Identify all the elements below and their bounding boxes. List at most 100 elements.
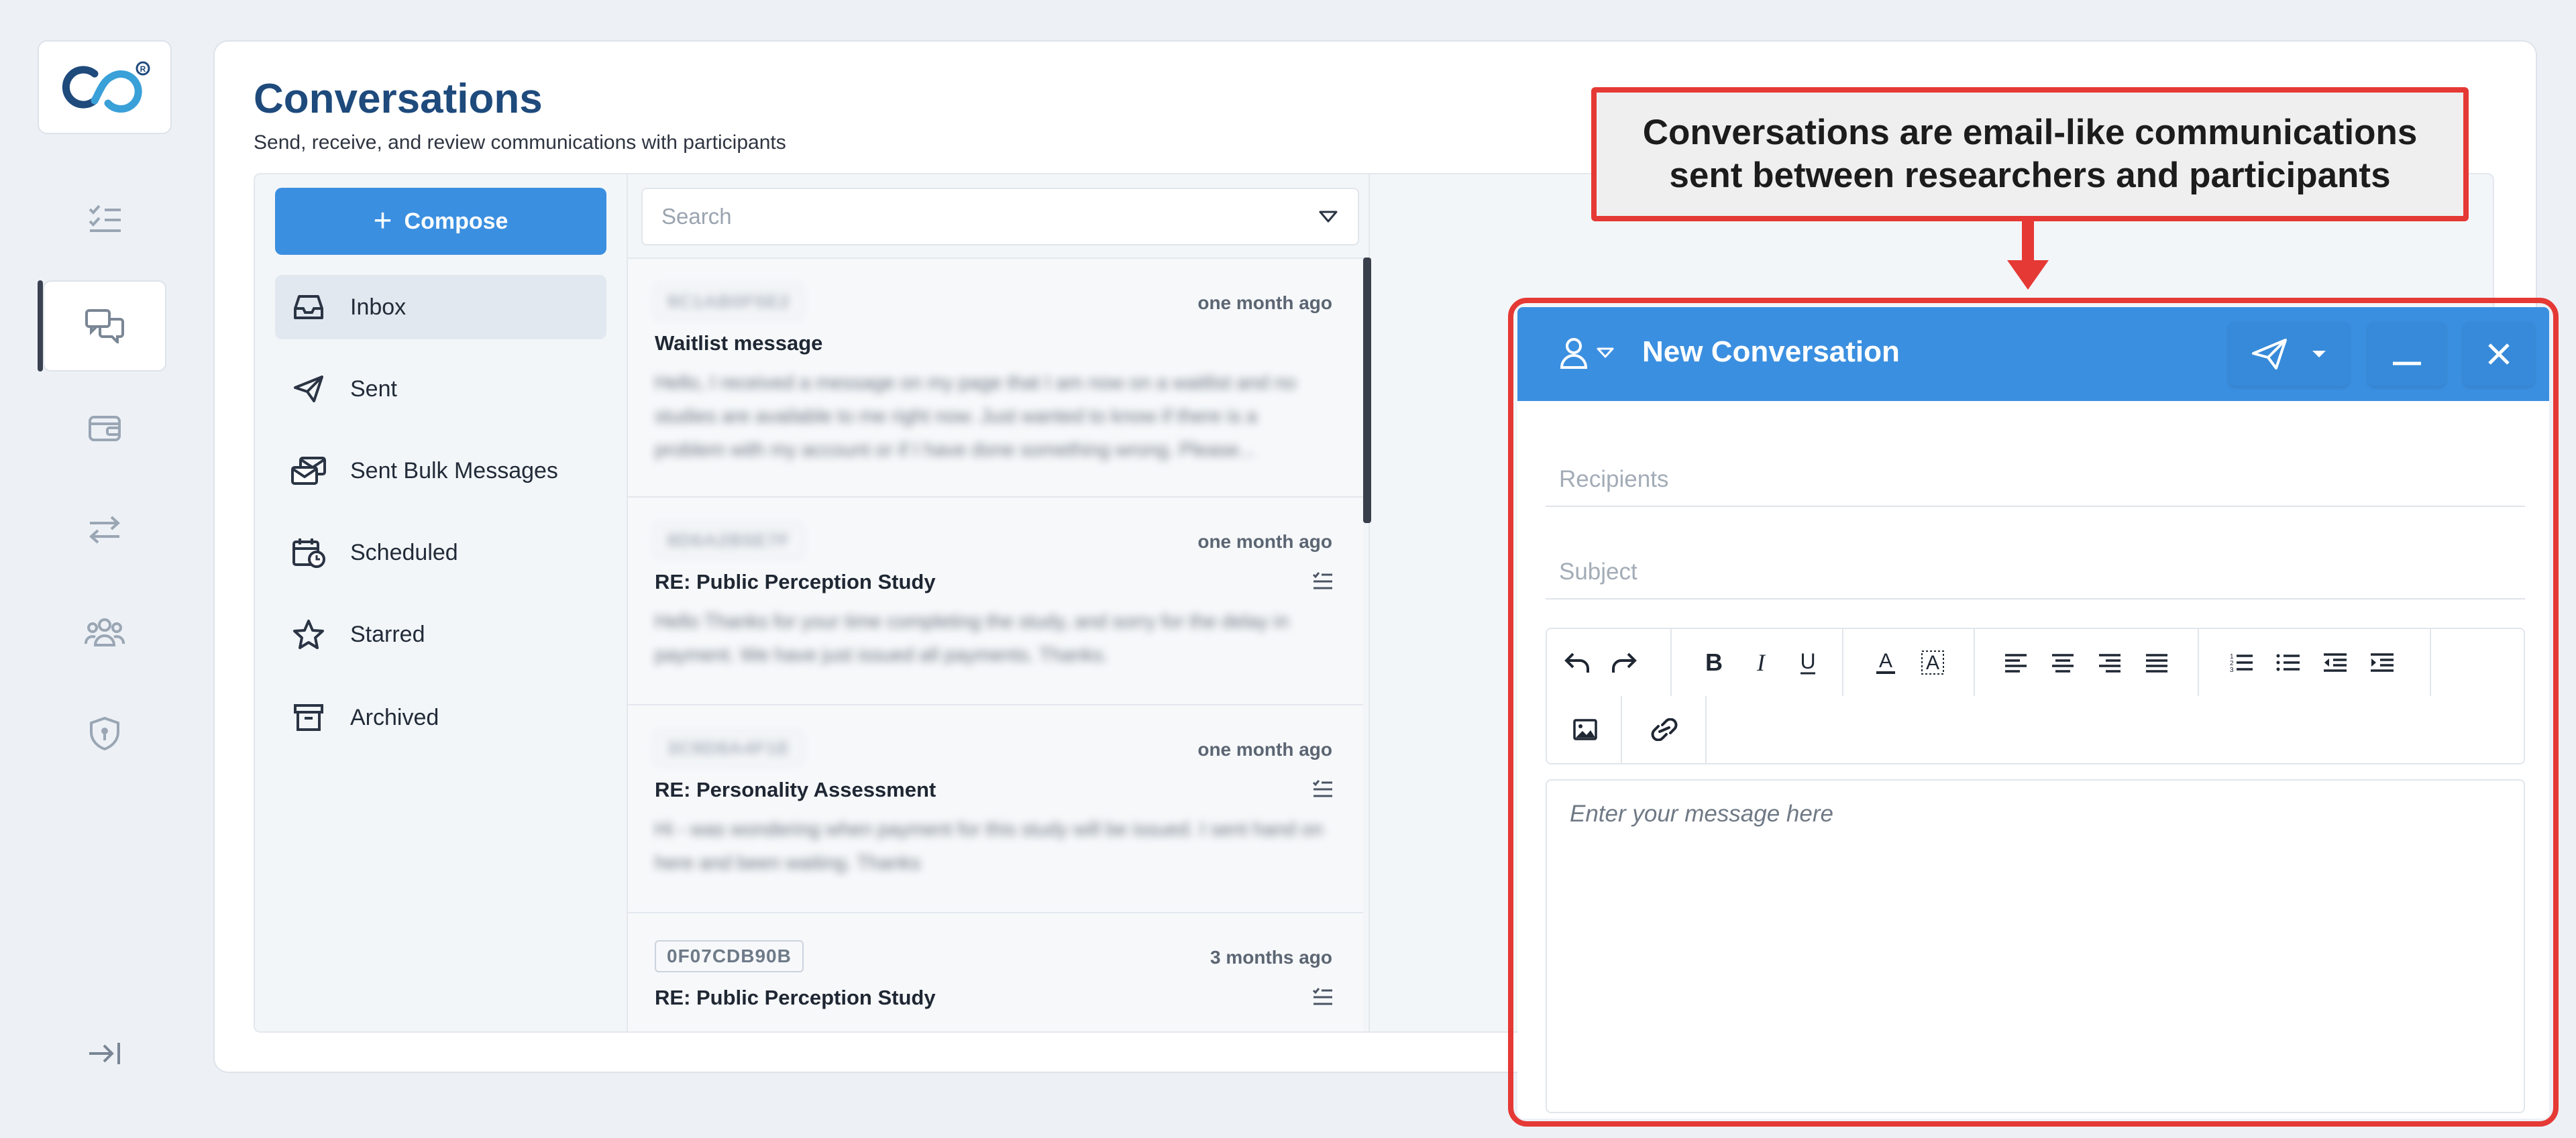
svg-text:A: A (1926, 652, 1939, 674)
minimize-button[interactable] (2368, 322, 2446, 386)
people-icon (85, 618, 125, 646)
align-right-button[interactable] (2086, 629, 2133, 696)
align-center-button[interactable] (2039, 629, 2086, 696)
rail-active-indicator (38, 280, 43, 372)
align-center-icon (2052, 654, 2074, 673)
folder-label: Sent (350, 376, 397, 402)
bold-icon: B (1705, 650, 1723, 675)
folder-sent-bulk[interactable]: Sent Bulk Messages (275, 439, 606, 503)
folder-label: Inbox (350, 294, 407, 320)
message-item[interactable]: 8D6A2B5E7F one month ago RE: Public Perc… (628, 498, 1363, 705)
send-options-chevron-icon[interactable] (2311, 349, 2327, 359)
compose-button-label: Compose (404, 208, 508, 234)
message-subject: RE: Personality Assessment (655, 778, 936, 801)
expand-sidebar-button[interactable] (43, 1010, 166, 1097)
compose-button[interactable]: + Compose (275, 188, 606, 255)
ordered-list-button[interactable]: 1 2 3 (2218, 629, 2265, 696)
filter-dropdown-icon[interactable] (1319, 211, 1338, 223)
bullet-list-icon (2276, 654, 2300, 671)
bold-button[interactable]: B (1690, 629, 1737, 696)
svg-text:B: B (1705, 650, 1723, 675)
rail-item-security[interactable] (43, 688, 166, 779)
folder-label: Scheduled (350, 539, 458, 565)
wallet-icon (89, 416, 121, 441)
transfer-icon (89, 516, 120, 544)
rail-item-wallet[interactable] (43, 382, 166, 473)
outdent-button[interactable] (2312, 629, 2359, 696)
folder-starred[interactable]: Starred (275, 602, 606, 667)
folder-inbox[interactable]: Inbox (275, 275, 606, 339)
send-icon (2252, 339, 2287, 369)
rail-item-tasks[interactable] (43, 173, 166, 264)
folder-scheduled[interactable]: Scheduled (275, 520, 606, 585)
inbox-icon (294, 295, 323, 319)
align-left-icon (2005, 654, 2027, 673)
new-conversation-window: New Conversation Recipients Subject B I … (1517, 307, 2549, 1119)
font-color-button[interactable]: A (1862, 629, 1909, 696)
highlight-button[interactable]: A (1909, 629, 1956, 696)
close-icon (2488, 343, 2510, 365)
ordered-list-icon: 1 2 3 (2230, 653, 2253, 673)
underline-button[interactable]: U (1784, 629, 1831, 696)
align-left-button[interactable] (1992, 629, 2039, 696)
subject-field[interactable]: Subject (1546, 546, 2525, 600)
undo-icon (1564, 652, 1589, 673)
redo-button[interactable] (1601, 629, 1648, 696)
minimize-icon (2393, 361, 2421, 365)
justify-icon (2146, 654, 2167, 673)
folder-label: Archived (350, 704, 439, 730)
bulk-messages-icon (291, 457, 326, 485)
participant-id-badge: 0F07CDB90B (655, 940, 804, 972)
message-subject: RE: Public Perception Study (655, 986, 936, 1009)
justify-button[interactable] (2133, 629, 2180, 696)
search-placeholder: Search (661, 204, 732, 229)
checklist-icon (1312, 780, 1332, 797)
outdent-icon (2324, 653, 2347, 672)
sender-selector[interactable] (1559, 337, 1614, 369)
message-item[interactable]: 3C9D8A4F1E one month ago RE: Personality… (628, 705, 1363, 913)
compose-title: New Conversation (1642, 335, 1900, 368)
calendar-clock-icon (292, 538, 325, 568)
paper-plane-icon (294, 376, 323, 402)
search-input[interactable]: Search (641, 188, 1359, 245)
italic-button[interactable]: I (1737, 629, 1784, 696)
star-icon (293, 620, 324, 649)
svg-text:R: R (140, 64, 146, 74)
message-item[interactable]: 9C1AB0F5E2 one month ago Waitlist messag… (628, 259, 1363, 498)
recipients-field[interactable]: Recipients (1546, 453, 2525, 507)
rail-item-conversations[interactable] (43, 280, 166, 372)
checklist-icon (1312, 988, 1332, 1005)
svg-text:A: A (1879, 650, 1892, 672)
message-body-editor[interactable]: Enter your message here (1546, 779, 2525, 1113)
image-icon (1573, 719, 1597, 740)
rail-item-transfers[interactable] (43, 484, 166, 575)
participant-id-badge: 3C9D8A4F1E (655, 732, 803, 764)
conversations-icon (85, 309, 124, 343)
folder-sent[interactable]: Sent (275, 357, 606, 421)
svg-text:U: U (1800, 650, 1815, 673)
rail-item-participants[interactable] (43, 586, 166, 677)
checklist-icon (1312, 572, 1332, 589)
bullet-list-button[interactable] (2265, 629, 2312, 696)
message-time: one month ago (1197, 531, 1332, 552)
insert-image-button[interactable] (1562, 696, 1609, 763)
message-time: one month ago (1197, 739, 1332, 760)
font-color-icon: A (1876, 650, 1895, 674)
send-button[interactable] (2229, 322, 2349, 386)
undo-button[interactable] (1554, 629, 1601, 696)
app-logo[interactable]: R (38, 40, 172, 134)
participant-id-badge: 8D6A2B5E7F (655, 524, 803, 557)
close-button[interactable] (2463, 322, 2534, 386)
indent-button[interactable] (2359, 629, 2406, 696)
align-right-icon (2099, 654, 2121, 673)
folder-archived[interactable]: Archived (275, 685, 606, 750)
insert-link-button[interactable] (1641, 696, 1688, 763)
message-preview: Hi - was wondering when payment for this… (655, 819, 1324, 874)
message-time: one month ago (1197, 292, 1332, 313)
message-list-scrollbar[interactable] (1363, 258, 1371, 523)
message-item[interactable]: 0F07CDB90B 3 months ago RE: Public Perce… (628, 913, 1363, 1031)
folder-label: Sent Bulk Messages (350, 457, 558, 483)
body-placeholder: Enter your message here (1570, 801, 1833, 827)
compose-header: New Conversation (1517, 307, 2549, 401)
highlight-icon: A (1921, 650, 1944, 675)
